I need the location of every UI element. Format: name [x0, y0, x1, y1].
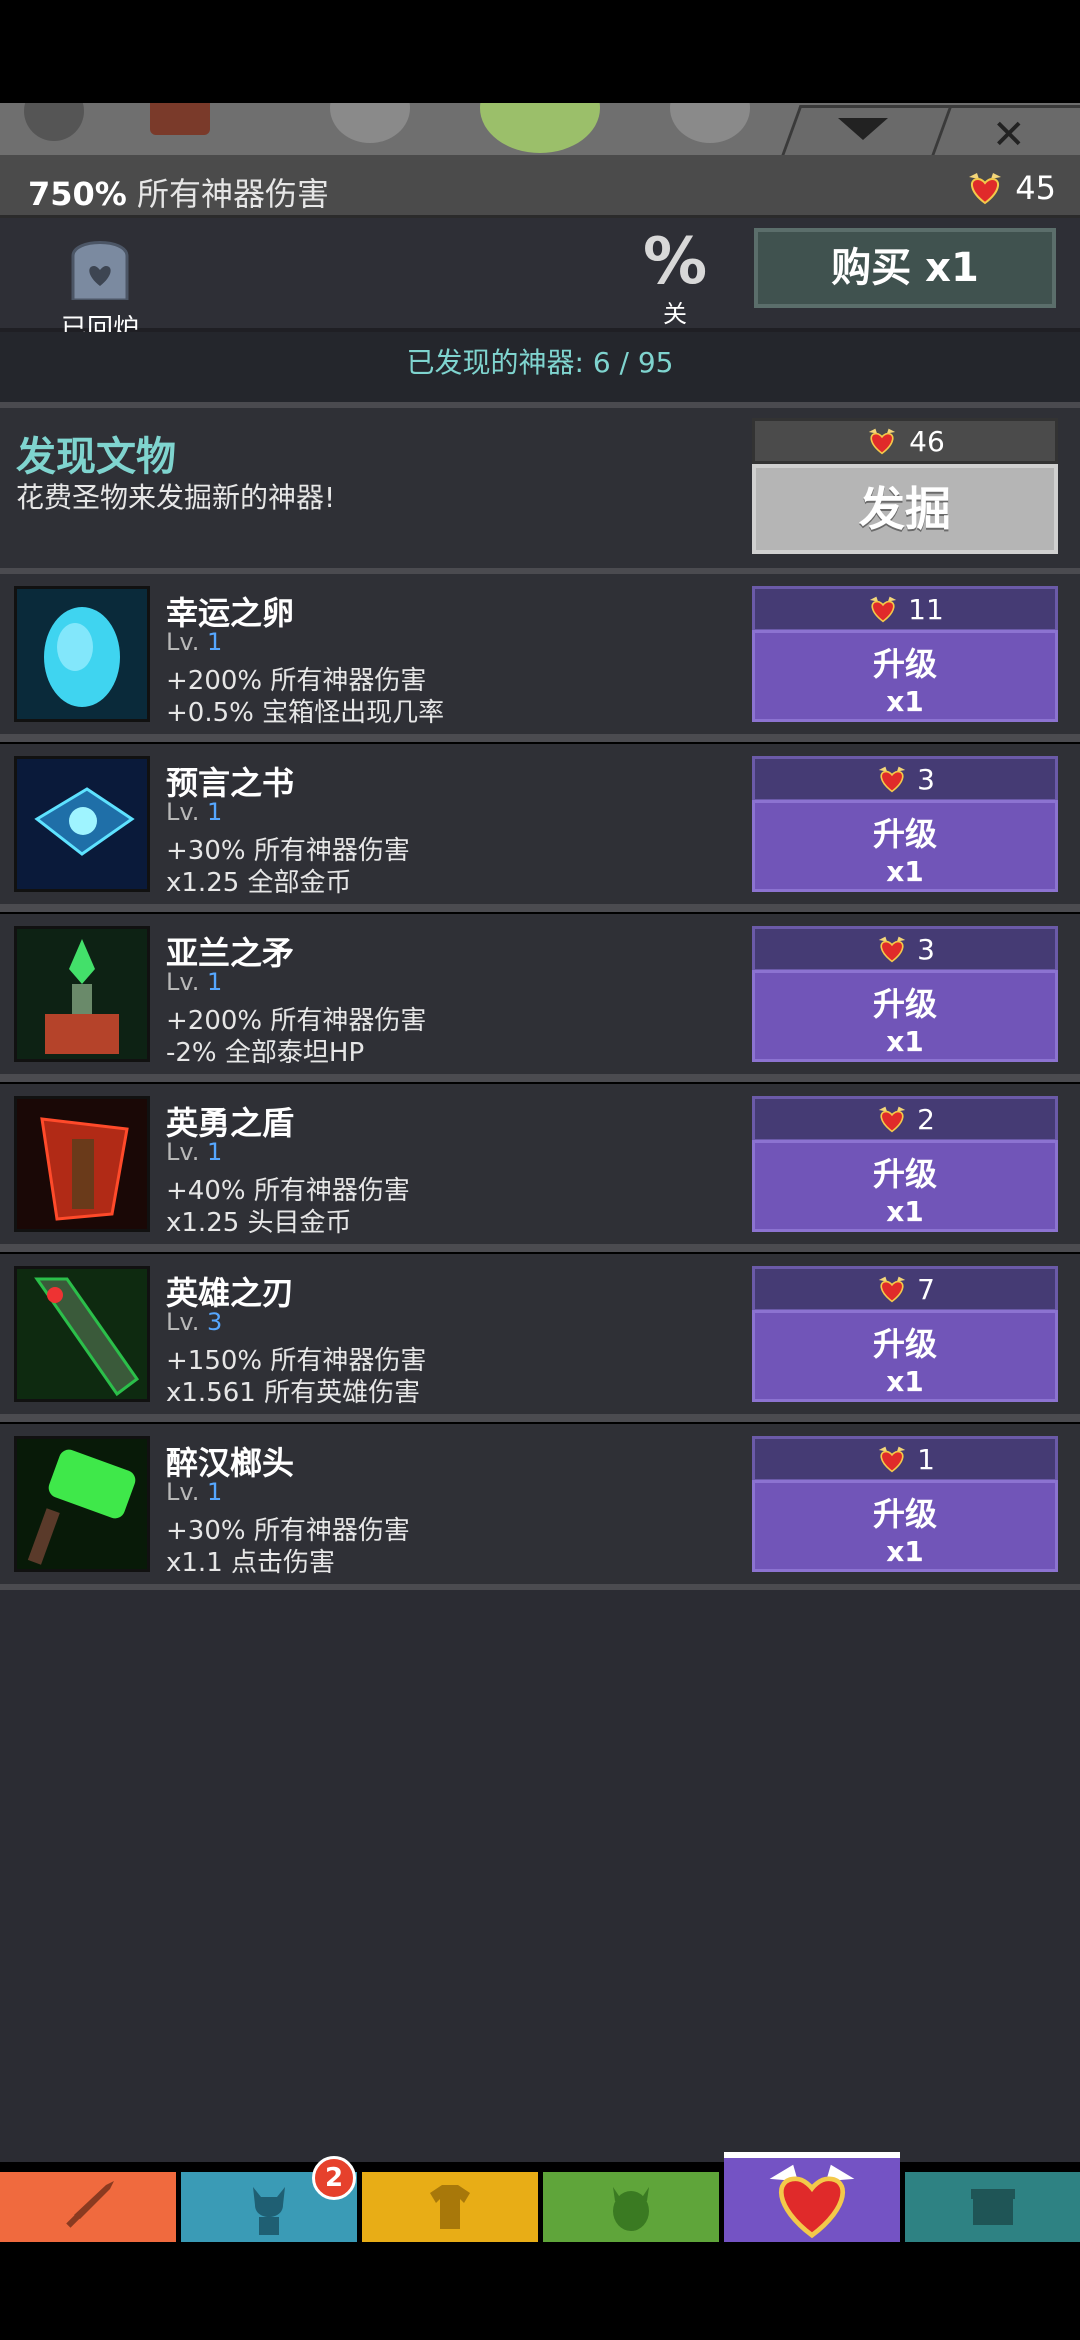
chest-icon	[963, 2177, 1023, 2237]
relic-heart-icon	[878, 766, 906, 793]
discover-artifact-panel: 发现文物 花费圣物来发掘新的神器! 46 发掘	[0, 408, 1080, 574]
artifact-level: Lv. 1	[166, 968, 223, 996]
notification-badge: 2	[312, 2156, 356, 2200]
upgrade-button[interactable]: 升级 x1	[752, 800, 1058, 892]
artifact-row: 英雄之刃 Lv. 3 +150% 所有神器伤害 x1.561 所有英雄伤害 7 升级 x1	[0, 1254, 1080, 1422]
nav-tab-sword[interactable]	[0, 2172, 176, 2242]
artifact-effect-secondary: -2% 全部泰坦HP	[166, 1038, 365, 1068]
relic-heart-icon	[869, 596, 897, 623]
gear-icon[interactable]	[24, 103, 84, 141]
artifact-row: 醉汉榔头 Lv. 1 +30% 所有神器伤害 x1.1 点击伤害 1 升级 x1	[0, 1424, 1080, 1592]
upgrade-button[interactable]: 升级 x1	[752, 1480, 1058, 1572]
artifact-row: 亚兰之矛 Lv. 1 +200% 所有神器伤害 -2% 全部泰坦HP 3 升级 x1	[0, 914, 1080, 1082]
list-background	[0, 1590, 1080, 2162]
shirt-icon	[420, 2177, 480, 2237]
crossed-swords-icon[interactable]	[150, 103, 210, 135]
hero-icon	[239, 2177, 299, 2237]
scene-orb	[480, 103, 600, 153]
relic-heart-icon	[878, 1446, 906, 1473]
artifact-row: 预言之书 Lv. 1 +30% 所有神器伤害 x1.25 全部金币 3 升级 x1	[0, 744, 1080, 912]
relic-heart-icon	[762, 2160, 862, 2240]
buy-multiplier-button[interactable]: 购买 x1	[754, 228, 1056, 308]
blade-icon[interactable]	[14, 1266, 150, 1402]
discovered-count: 已发现的神器: 6 / 95	[0, 332, 1080, 408]
shield-icon[interactable]	[14, 1096, 150, 1232]
upgrade-button[interactable]: 升级 x1	[752, 1140, 1058, 1232]
discover-subtitle: 花费圣物来发掘新的神器!	[16, 481, 336, 514]
nav-tab-relic-heart[interactable]	[724, 2152, 900, 2242]
relic-balance: 45	[965, 169, 1056, 207]
upgrade-button[interactable]: 升级 x1	[752, 970, 1058, 1062]
artifact-level: Lv. 1	[166, 1478, 223, 1506]
glowing-egg-icon[interactable]	[14, 586, 150, 722]
artifact-level: Lv. 3	[166, 1308, 223, 1336]
discover-title: 发现文物	[16, 434, 176, 480]
percent-toggle[interactable]: % 关	[640, 230, 710, 329]
upgrade-cost: 2	[752, 1096, 1058, 1142]
relic-heart-icon	[969, 173, 1002, 205]
artifact-level: Lv. 1	[166, 1138, 223, 1166]
artifact-effect-secondary: x1.1 点击伤害	[166, 1548, 336, 1578]
close-icon[interactable]: ✕	[992, 112, 1026, 158]
chevron-down-icon[interactable]	[838, 118, 888, 146]
scene-orb	[330, 103, 410, 143]
sword-icon	[58, 2177, 118, 2237]
relic-heart-icon	[878, 936, 906, 963]
book-icon[interactable]	[14, 756, 150, 892]
artifact-effect-secondary: x1.25 头目金币	[166, 1208, 352, 1238]
artifact-effect-secondary: +0.5% 宝箱怪出现几率	[166, 698, 445, 728]
pet-icon	[601, 2177, 661, 2237]
upgrade-cost: 1	[752, 1436, 1058, 1482]
artifact-level: Lv. 1	[166, 628, 223, 656]
salvage-tombstone-icon	[71, 241, 129, 302]
artifact-row: 幸运之卵 Lv. 1 +200% 所有神器伤害 +0.5% 宝箱怪出现几率 11 升级 x1	[0, 574, 1080, 742]
spear-icon[interactable]	[14, 926, 150, 1062]
dig-cost: 46	[752, 418, 1058, 464]
nav-tab-pet[interactable]	[543, 2172, 719, 2242]
upgrade-button[interactable]: 升级 x1	[752, 1310, 1058, 1402]
artifact-effect-secondary: x1.561 所有英雄伤害	[166, 1378, 421, 1408]
upgrade-cost: 11	[752, 586, 1058, 632]
percent-icon: %	[642, 225, 708, 299]
artifact-effect-secondary: x1.25 全部金币	[166, 868, 352, 898]
nav-tab-shirt[interactable]	[362, 2172, 538, 2242]
upgrade-button[interactable]: 升级 x1	[752, 630, 1058, 722]
dig-button[interactable]: 发掘	[752, 464, 1058, 554]
salvage-button[interactable]: 已回炉	[60, 230, 140, 345]
artifact-level: Lv. 1	[166, 798, 223, 826]
hammer-icon[interactable]	[14, 1436, 150, 1572]
upgrade-cost: 3	[752, 926, 1058, 972]
upgrade-cost: 3	[752, 756, 1058, 802]
total-artifact-damage: 750% 所有神器伤害	[28, 175, 330, 213]
relic-heart-icon	[878, 1106, 906, 1133]
relic-heart-icon	[868, 428, 896, 455]
artifact-header-bar: 750% 所有神器伤害 45	[0, 155, 1080, 218]
bottom-navigation: 2	[0, 2152, 1080, 2242]
artifact-toolbar: 已回炉 % 关 购买 x1	[0, 218, 1080, 344]
nav-tab-chest[interactable]	[905, 2172, 1080, 2242]
upgrade-cost: 7	[752, 1266, 1058, 1312]
artifact-row: 英勇之盾 Lv. 1 +40% 所有神器伤害 x1.25 头目金币 2 升级 x1	[0, 1084, 1080, 1252]
scene-orb	[670, 103, 750, 143]
relic-heart-icon	[878, 1276, 906, 1303]
